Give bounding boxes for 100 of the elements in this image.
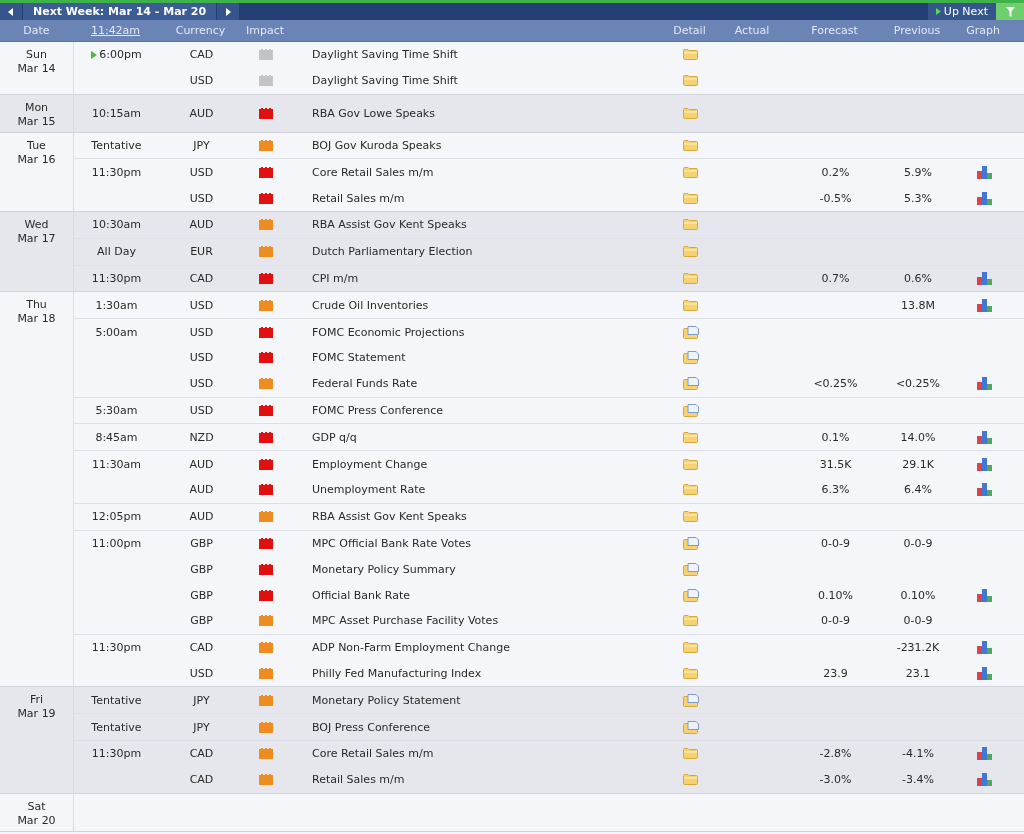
previous-value: 0-0-9: [903, 536, 933, 550]
week-tab[interactable]: Next Week: Mar 14 - Mar 20: [23, 3, 217, 20]
previous-value: -3.4%: [902, 773, 934, 787]
event-title[interactable]: Monetary Policy Statement: [312, 693, 461, 707]
event-title[interactable]: Official Bank Rate: [312, 588, 411, 602]
folder-icon[interactable]: [683, 299, 698, 311]
event-title[interactable]: FOMC Press Conference: [312, 403, 443, 417]
folder-document-icon[interactable]: [682, 351, 699, 365]
bar-chart-icon[interactable]: [976, 666, 992, 680]
next-week-button[interactable]: [217, 3, 240, 20]
bar-chart-icon[interactable]: [976, 457, 992, 471]
event-time: Tentative: [91, 693, 142, 707]
previous-week-button[interactable]: [0, 3, 22, 20]
previous-value: 13.8M: [901, 298, 935, 312]
event-time: Tentative: [91, 139, 142, 152]
event-time: Tentative: [91, 720, 142, 734]
event-title[interactable]: Unemployment Rate: [312, 483, 426, 497]
folder-icon[interactable]: [683, 166, 698, 178]
event-title[interactable]: BOJ Press Conference: [312, 720, 431, 734]
currency-code: USD: [189, 403, 214, 417]
folder-icon[interactable]: [683, 75, 698, 87]
folder-icon[interactable]: [683, 219, 698, 231]
event-title[interactable]: Employment Change: [312, 457, 428, 471]
folder-document-icon[interactable]: [682, 562, 699, 576]
event-title[interactable]: Federal Funds Rate: [312, 377, 418, 391]
currency-code: GBP: [190, 536, 213, 550]
event-title[interactable]: Daylight Saving Time Shift: [312, 48, 458, 62]
folder-icon[interactable]: [683, 192, 698, 204]
currency-code: JPY: [193, 139, 210, 152]
event-time: 10:15am: [91, 106, 142, 120]
currency-code: AUD: [189, 218, 214, 232]
folder-document-icon[interactable]: [682, 588, 699, 602]
event-title[interactable]: Monetary Policy Summary: [312, 562, 456, 576]
bar-chart-icon[interactable]: [976, 298, 992, 312]
column-header: Detail: [672, 24, 707, 37]
folder-icon[interactable]: [683, 642, 698, 654]
folder-icon[interactable]: [683, 458, 698, 470]
event-title[interactable]: RBA Assist Gov Kent Speaks: [312, 510, 467, 524]
folder-icon[interactable]: [683, 246, 698, 258]
folder-document-icon[interactable]: [682, 325, 699, 339]
event-title[interactable]: FOMC Statement: [312, 351, 406, 365]
bar-chart-icon[interactable]: [976, 641, 992, 655]
currency-code: CAD: [189, 271, 214, 285]
event-title[interactable]: Retail Sales m/m: [312, 191, 405, 205]
currency-code: USD: [189, 298, 214, 312]
event-title[interactable]: Philly Fed Manufacturing Index: [312, 666, 482, 680]
event-title[interactable]: MPC Official Bank Rate Votes: [312, 536, 472, 550]
folder-icon[interactable]: [683, 140, 698, 151]
folder-document-icon[interactable]: [682, 720, 699, 734]
date-label: Mar 16: [17, 152, 56, 167]
event-time: 11:30am: [91, 457, 142, 471]
event-title[interactable]: Crude Oil Inventories: [312, 298, 429, 312]
folder-document-icon[interactable]: [682, 536, 699, 550]
folder-icon[interactable]: [683, 667, 698, 679]
forecast-value: 6.3%: [821, 483, 850, 497]
folder-icon[interactable]: [683, 431, 698, 443]
up-next-button[interactable]: Up Next: [927, 3, 996, 20]
event-title[interactable]: Core Retail Sales m/m: [312, 165, 434, 179]
day-label: Thu: [26, 298, 47, 313]
event-title[interactable]: Dutch Parliamentary Election: [312, 245, 473, 259]
bar-chart-icon[interactable]: [976, 588, 992, 602]
event-title[interactable]: GDP q/q: [312, 430, 357, 444]
folder-icon[interactable]: [683, 272, 698, 284]
event-title[interactable]: ADP Non-Farm Employment Change: [312, 641, 510, 655]
folder-icon[interactable]: [683, 484, 698, 496]
folder-document-icon[interactable]: [682, 693, 699, 707]
currency-code: GBP: [190, 562, 213, 576]
bar-chart-icon[interactable]: [976, 165, 992, 179]
event-time: 12:05pm: [91, 510, 142, 524]
previous-value: -4.1%: [902, 747, 934, 761]
event-title[interactable]: RBA Gov Lowe Speaks: [312, 106, 435, 120]
date-label: Mar 15: [17, 114, 56, 129]
event-title[interactable]: BOJ Gov Kuroda Speaks: [312, 139, 442, 152]
bar-chart-icon[interactable]: [976, 483, 992, 497]
bar-chart-icon[interactable]: [976, 747, 992, 761]
event-title[interactable]: CPI m/m: [312, 271, 359, 285]
event-title[interactable]: Retail Sales m/m: [312, 773, 405, 787]
bar-chart-icon[interactable]: [976, 377, 992, 391]
bar-chart-icon[interactable]: [976, 430, 992, 444]
filter-icon: [1005, 6, 1015, 17]
event-title[interactable]: FOMC Economic Projections: [312, 325, 465, 339]
currency-code: CAD: [189, 48, 214, 62]
event-title[interactable]: MPC Asset Purchase Facility Votes: [312, 614, 499, 628]
event-title[interactable]: Daylight Saving Time Shift: [312, 74, 458, 88]
folder-icon[interactable]: [683, 774, 698, 786]
folder-icon[interactable]: [683, 748, 698, 760]
folder-icon[interactable]: [683, 49, 698, 61]
folder-icon[interactable]: [683, 615, 698, 627]
folder-icon[interactable]: [683, 511, 698, 523]
event-title[interactable]: RBA Assist Gov Kent Speaks: [312, 218, 467, 232]
folder-document-icon[interactable]: [682, 377, 699, 391]
forecast-value: 23.9: [823, 666, 848, 680]
folder-icon[interactable]: [683, 107, 698, 119]
bar-chart-icon[interactable]: [976, 773, 992, 787]
folder-document-icon[interactable]: [682, 403, 699, 417]
bar-chart-icon[interactable]: [976, 191, 992, 205]
bar-chart-icon[interactable]: [976, 271, 992, 285]
event-title[interactable]: Core Retail Sales m/m: [312, 747, 434, 761]
filter-button[interactable]: [996, 3, 1024, 20]
column-header: Currency: [174, 24, 227, 37]
